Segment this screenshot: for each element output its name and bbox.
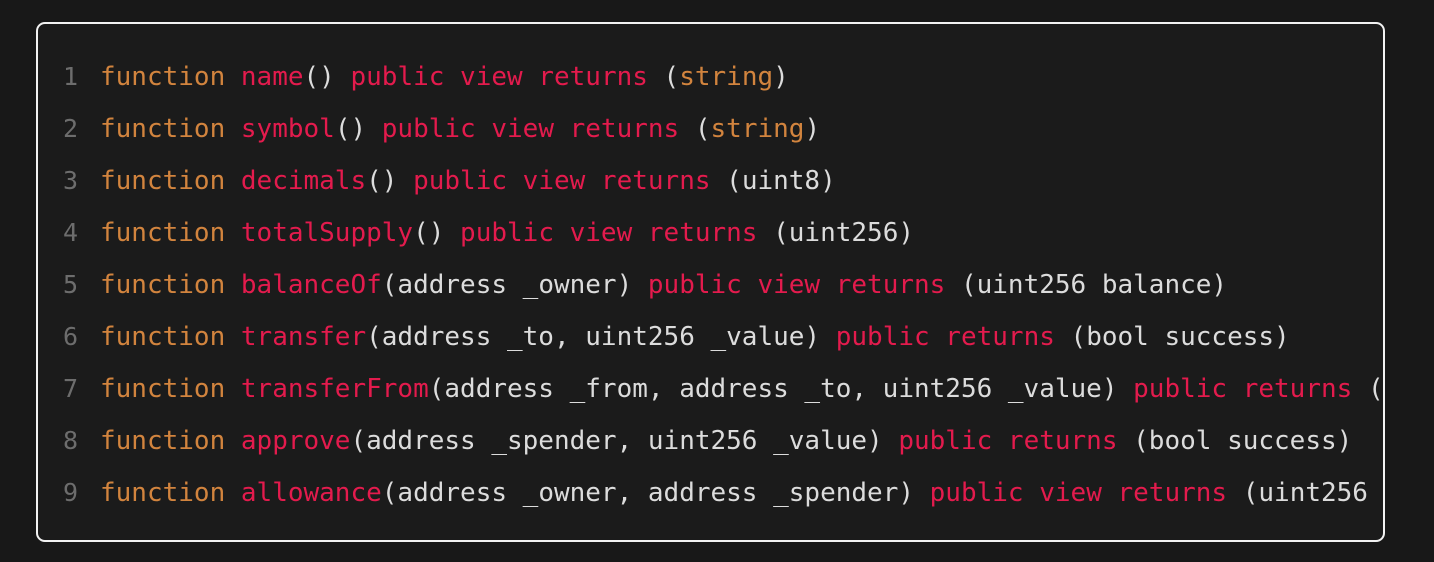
token-modifier: public view returns — [460, 218, 758, 248]
token-plain: () — [366, 166, 414, 196]
line-number: 9 — [62, 478, 78, 507]
token-function_name: symbol — [240, 114, 335, 144]
token-plain: () — [413, 218, 461, 248]
token-plain: () — [334, 114, 382, 144]
token-function_name: approve — [240, 426, 351, 456]
token-plain: ) — [773, 62, 789, 92]
token-plain: ( — [647, 62, 680, 92]
token-keyword: function — [100, 374, 226, 404]
token-keyword: function — [100, 114, 226, 144]
line-number: 5 — [62, 270, 78, 299]
token-function_name: transferFrom — [240, 374, 429, 404]
token-plain: (address _owner, address _spender) — [381, 478, 930, 508]
token-keyword: function — [100, 426, 226, 456]
token-modifier: public returns — [1133, 374, 1353, 404]
token-keyword: function — [100, 166, 226, 196]
line-number: 8 — [62, 426, 78, 455]
token-plain: (uint256 remaining) — [1242, 478, 1368, 508]
code-line-text: function balanceOf(address _owner) publi… — [100, 270, 1227, 300]
token-plain: (bool success) — [1117, 426, 1353, 456]
token-function_name: balanceOf — [240, 270, 382, 300]
token-plain: ) — [804, 114, 821, 144]
line-number: 2 — [62, 114, 78, 143]
token-keyword: string — [710, 114, 805, 144]
token-plain: (bool success) — [1367, 374, 1383, 404]
token-plain: (uint256 balance) — [945, 270, 1228, 300]
token-modifier: public view returns — [413, 166, 711, 196]
token-modifier: public view returns — [350, 62, 648, 92]
code-line: 5 function balanceOf(address _owner) publ… — [38, 259, 1383, 311]
line-number: 1 — [62, 62, 78, 91]
line-number: 6 — [62, 322, 78, 351]
token-modifier: public view returns — [647, 270, 946, 300]
token-modifier: public view returns — [381, 114, 680, 144]
code-line-text: function decimals() public view returns … — [100, 166, 836, 196]
token-plain: (address _owner) — [381, 270, 648, 300]
line-number: 3 — [62, 166, 78, 195]
code-line-text: function totalSupply() public view retur… — [100, 218, 914, 248]
code-line-text: function symbol() public view returns (s… — [100, 114, 820, 144]
token-function_name: decimals — [240, 166, 367, 196]
page-root: 1 function name() public view returns (st… — [0, 0, 1434, 562]
token-modifier: public view returns — [929, 478, 1228, 508]
token-plain: (address _from, address _to, uint256 _va… — [428, 374, 1134, 404]
token-plain: (address _to, uint256 _value) — [366, 322, 836, 352]
code-line: 2 function symbol() public view returns (… — [38, 103, 1383, 155]
code-line: 7 function transferFrom(address _from, ad… — [38, 363, 1383, 415]
token-plain: () — [303, 62, 351, 92]
token-plain: (bool success) — [1054, 322, 1290, 352]
code-line: 8 function approve(address _spender, uint… — [38, 415, 1383, 467]
token-modifier: public returns — [898, 426, 1118, 456]
token-function_name: name — [240, 62, 304, 92]
line-number: 7 — [62, 374, 78, 403]
token-modifier: public returns — [835, 322, 1055, 352]
token-plain: (uint256) — [757, 218, 915, 248]
token-keyword: string — [679, 62, 774, 92]
code-line: 4 function totalSupply() public view retu… — [38, 207, 1383, 259]
token-keyword: function — [100, 478, 226, 508]
code-line: 9 function allowance(address _owner, addr… — [38, 467, 1383, 519]
token-plain: (address _spender, uint256 _value) — [350, 426, 899, 456]
token-plain: ( — [679, 114, 711, 144]
token-function_name: allowance — [240, 478, 382, 508]
code-line: 3 function decimals() public view returns… — [38, 155, 1383, 207]
code-line-text: function approve(address _spender, uint2… — [100, 426, 1352, 456]
code-line-text: function name() public view returns (str… — [100, 62, 789, 92]
token-function_name: transfer — [240, 322, 367, 352]
code-block-card: 1 function name() public view returns (st… — [36, 22, 1385, 542]
token-plain: (uint8) — [710, 166, 836, 196]
code-line-text: function transfer(address _to, uint256 _… — [100, 322, 1290, 352]
code-line-text: function transferFrom(address _from, add… — [100, 374, 1383, 404]
token-keyword: function — [100, 322, 226, 352]
token-keyword: function — [100, 270, 226, 300]
token-function_name: totalSupply — [240, 218, 414, 248]
code-line: 1 function name() public view returns (st… — [38, 51, 1383, 103]
code-scroll-area[interactable]: 1 function name() public view returns (st… — [38, 24, 1383, 540]
token-keyword: function — [100, 62, 226, 92]
line-number: 4 — [62, 218, 78, 247]
token-keyword: function — [100, 218, 226, 248]
code-line-text: function allowance(address _owner, addre… — [100, 478, 1383, 508]
code-line: 6 function transfer(address _to, uint256 … — [38, 311, 1383, 363]
